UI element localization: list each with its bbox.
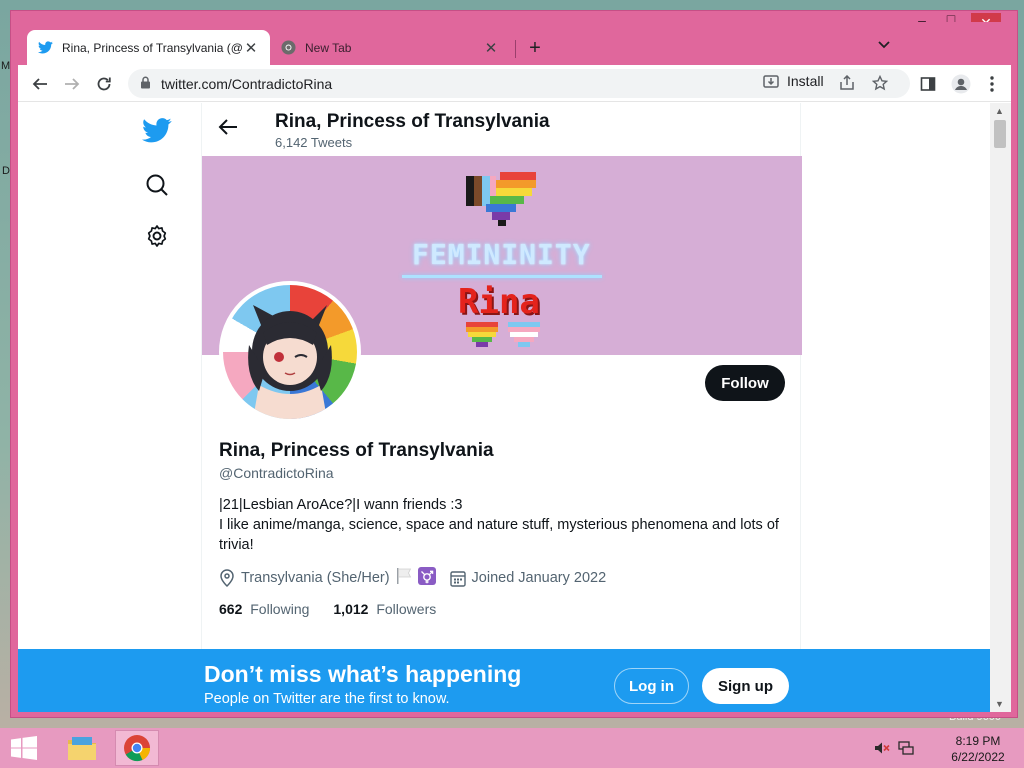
- banner-femininity-text: FEMININITY: [412, 238, 591, 271]
- pixel-heart-trans-icon: [508, 322, 540, 347]
- scrollbar-thumb[interactable]: [994, 120, 1006, 148]
- header-profile-name: Rina, Princess of Transylvania: [275, 111, 550, 132]
- login-button[interactable]: Log in: [614, 668, 689, 704]
- profile-header-bar: Rina, Princess of Transylvania 6,142 Twe…: [202, 103, 802, 156]
- desktop-icon-label-fragment: M: [1, 60, 11, 72]
- followers-count: 1,012: [333, 601, 369, 617]
- browser-client-area: Rina, Princess of Transylvania (@ ✕ New …: [18, 22, 1011, 712]
- transgender-symbol-icon: [417, 567, 436, 589]
- tab-new-tab[interactable]: New Tab ✕: [270, 30, 510, 65]
- scroll-down-arrow-icon[interactable]: ▼: [995, 699, 1004, 709]
- network-icon[interactable]: [898, 740, 914, 761]
- signup-prompt-title: Don’t miss what’s happening: [204, 661, 522, 687]
- url-text[interactable]: twitter.com/ContradictoRina: [161, 76, 332, 92]
- windows-taskbar: 8:19 PM 6/22/2022: [0, 728, 1024, 768]
- tab-strip: Rina, Princess of Transylvania (@ ✕ New …: [18, 22, 1011, 65]
- signup-prompt-subtitle: People on Twitter are the first to know.: [204, 691, 450, 707]
- signup-prompt-bar: Don’t miss what’s happening People on Tw…: [18, 649, 990, 712]
- tab-title: Rina, Princess of Transylvania (@: [62, 40, 242, 55]
- profile-meta-row: Transylvania (She/Her) Joined January 20…: [219, 567, 606, 589]
- side-panel-icon[interactable]: [915, 71, 941, 97]
- back-button[interactable]: [27, 71, 53, 97]
- reload-button[interactable]: [91, 71, 117, 97]
- clock-date: 6/22/2022: [951, 750, 1005, 764]
- location-pin-icon: [219, 569, 235, 587]
- pixel-heart-pride-icon: [466, 172, 536, 226]
- tab-separator: [515, 40, 516, 58]
- clock-time: 8:19 PM: [955, 734, 1001, 748]
- volume-muted-icon[interactable]: [874, 740, 890, 761]
- calendar-icon: [449, 570, 466, 587]
- following-count: 662: [219, 601, 243, 617]
- file-explorer-icon[interactable]: [60, 730, 104, 766]
- pixel-heart-rainbow-icon: [466, 322, 498, 347]
- banner-rina-text: Rina: [458, 282, 540, 322]
- explore-search-icon[interactable]: [140, 168, 174, 202]
- banner-underline: [402, 275, 602, 278]
- profile-handle: @ContradictoRina: [219, 465, 334, 481]
- tab-title: New Tab: [305, 40, 352, 55]
- settings-gear-icon[interactable]: [140, 219, 174, 253]
- twitter-logo-icon[interactable]: [140, 113, 174, 147]
- profile-joined-date: Joined January 2022: [471, 570, 607, 586]
- install-label: Install: [787, 73, 824, 89]
- white-flag-icon: [396, 567, 412, 589]
- share-icon[interactable]: [839, 74, 855, 95]
- browser-window: – □ ✕ Rina, Princess of Transylvania (@ …: [10, 10, 1018, 718]
- scroll-up-arrow-icon[interactable]: ▲: [995, 106, 1004, 116]
- follow-button[interactable]: Follow: [705, 365, 785, 401]
- close-tab-icon[interactable]: ✕: [482, 39, 500, 57]
- followers-link[interactable]: 1,012 Followers: [333, 601, 436, 617]
- install-app-button[interactable]: Install: [763, 73, 824, 89]
- bio-line: I like anime/manga, science, space and n…: [219, 517, 779, 553]
- chrome-icon: [280, 40, 296, 56]
- following-label: Following: [250, 601, 310, 617]
- install-icon: [763, 74, 779, 88]
- taskbar-clock[interactable]: 8:19 PM 6/22/2022: [946, 733, 1010, 765]
- profile-avatar-icon[interactable]: [948, 71, 974, 97]
- profile-avatar[interactable]: [219, 281, 361, 423]
- signup-button[interactable]: Sign up: [702, 668, 789, 704]
- browser-toolbar: twitter.com/ContradictoRina Install: [18, 65, 1011, 102]
- tab-search-chevron-icon[interactable]: [878, 36, 890, 52]
- anime-avatar-illustration: [248, 305, 332, 419]
- bookmark-star-icon[interactable]: [871, 74, 889, 95]
- windows-start-icon[interactable]: [10, 736, 38, 760]
- follow-counts-row: 662 Following 1,012 Followers: [219, 601, 460, 617]
- lock-icon[interactable]: [140, 76, 151, 94]
- browser-menu-icon[interactable]: [979, 71, 1005, 97]
- page-viewport: Rina, Princess of Transylvania 6,142 Twe…: [18, 103, 990, 712]
- close-tab-icon[interactable]: ✕: [242, 39, 260, 57]
- twitter-bird-icon: [37, 40, 53, 56]
- profile-bio: |21|Lesbian AroAce?|I wann friends :3 I …: [219, 495, 789, 555]
- profile-column: Rina, Princess of Transylvania 6,142 Twe…: [201, 103, 802, 712]
- header-tweet-count: 6,142 Tweets: [275, 135, 353, 150]
- bio-line: |21|Lesbian AroAce?|I wann friends :3: [219, 497, 463, 513]
- profile-location: Transylvania (She/Her): [241, 570, 390, 586]
- profile-display-name: Rina, Princess of Transylvania: [219, 440, 494, 461]
- address-bar[interactable]: twitter.com/ContradictoRina Install: [128, 69, 910, 98]
- back-arrow-icon[interactable]: [218, 118, 238, 141]
- page-scrollbar[interactable]: ▲ ▼: [990, 103, 1011, 712]
- new-tab-button[interactable]: +: [523, 37, 547, 60]
- chrome-taskbar-icon[interactable]: [115, 730, 159, 766]
- desktop-icon-label-fragment: D: [2, 165, 10, 177]
- followers-label: Followers: [376, 601, 437, 617]
- tab-twitter-profile[interactable]: Rina, Princess of Transylvania (@ ✕: [27, 30, 270, 65]
- following-link[interactable]: 662 Following: [219, 601, 309, 617]
- forward-button[interactable]: [59, 71, 85, 97]
